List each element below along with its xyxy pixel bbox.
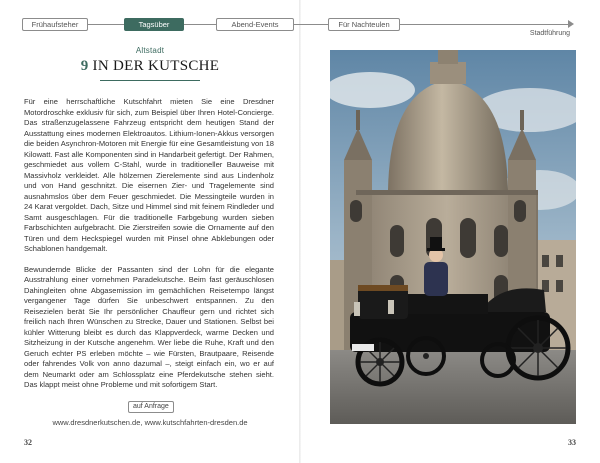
article-body: Für eine herrschaftliche Kutschfahrt mie… [24, 97, 274, 401]
tab-fruehaufsteher[interactable]: Frühaufsteher [22, 18, 88, 31]
district-label: Altstadt [135, 46, 165, 55]
page-number-right: 33 [568, 438, 576, 447]
article-title-text: IN DER KUTSCHE [92, 58, 220, 74]
arrow-right-icon [568, 20, 574, 28]
title-divider [100, 80, 200, 81]
book-spread: Frühaufsteher Tagsüber Abend-Events Für … [0, 0, 600, 463]
website-links[interactable]: www.dresdnerkutschen.de, www.kutschfahrt… [0, 418, 300, 427]
tab-fuer-nachteulen[interactable]: Für Nachteulen [328, 18, 400, 31]
page-number-left: 32 [24, 438, 32, 447]
nav-timeline [22, 24, 570, 25]
article-number: 9 [80, 58, 89, 74]
article-title: 9 IN DER KUTSCHE [0, 58, 300, 75]
tab-tagsueber[interactable]: Tagsüber [124, 18, 184, 31]
tab-abend-events[interactable]: Abend-Events [216, 18, 294, 31]
photo-frauenkirche-carriage [330, 50, 576, 424]
availability-tag: auf Anfrage [128, 401, 174, 413]
paragraph: Bewundernde Blicke der Passanten sind de… [24, 264, 274, 390]
section-label: Stadtführung [529, 30, 570, 37]
paragraph: Für eine herrschaftliche Kutschfahrt mie… [24, 97, 274, 253]
